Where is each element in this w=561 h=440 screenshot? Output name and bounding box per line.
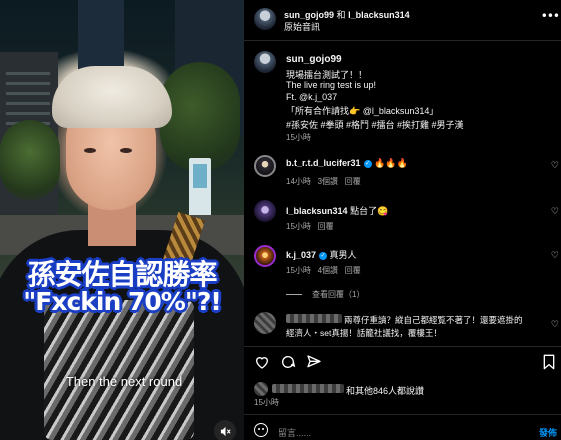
blurred-avatar [254, 312, 276, 334]
comment-meta: 15小時 回覆 [286, 221, 334, 232]
post-time: 15小時 [254, 398, 279, 407]
caption-avatar[interactable] [254, 51, 276, 73]
comment-icon[interactable] [280, 354, 296, 374]
header-divider [244, 40, 561, 41]
liker-avatar [254, 382, 268, 396]
comment-body: l_blacksun314 點台了😋 [286, 204, 388, 217]
coauthor-username[interactable]: l_blacksun314 [348, 10, 410, 20]
verified-icon: ✓ [363, 159, 372, 168]
caption-line: Ft. @k.j_037 [286, 92, 338, 102]
reply-button[interactable]: 回覆 [345, 177, 361, 186]
comment-text: 兩尊仔重讀？縱自己都經覧不著了！還要遮掛的 [344, 315, 523, 325]
comment-input[interactable]: 留言...... [278, 426, 311, 439]
speaker-muted-icon[interactable] [214, 420, 236, 440]
person-eye [120, 148, 132, 153]
caption-text: 」 [429, 106, 439, 116]
comment-meta: 14小時 3個讚 回覆 [286, 176, 361, 187]
background-tree [160, 62, 240, 172]
caption-line: 「所有合作請找👉 @l_blacksun314」 [286, 104, 438, 117]
comment-like-heart-icon[interactable]: ♡ [551, 320, 559, 330]
post-comment-button[interactable]: 發佈 [539, 426, 557, 439]
caption-username[interactable]: sun_gojo99 [286, 54, 342, 65]
emoji-icon[interactable] [254, 423, 268, 437]
caption-time: 15小時 [286, 133, 311, 142]
comment-body: b.t_r.t.d_lucifer31 ✓ 🔥🔥🔥 [286, 158, 408, 169]
comment-username[interactable]: b.t_r.t.d_lucifer31 [286, 158, 361, 168]
video-caption-english: "Fxckin 70%"?! [23, 287, 222, 316]
caption-line: The live ring test is up! [286, 80, 377, 90]
person-hair [52, 66, 172, 128]
background-kiosk [189, 158, 211, 220]
comment-text: 🔥🔥🔥 [374, 158, 408, 168]
more-horizontal-icon[interactable]: ••• [541, 9, 560, 23]
comment-time: 15小時 [286, 266, 311, 275]
video-player[interactable]: 孫安佐自認勝率 "Fxckin 70%"?! Then the next rou… [0, 0, 244, 440]
comment-username[interactable]: l_blacksun314 [286, 206, 348, 216]
pointing-emoji: 👉 [349, 106, 363, 116]
blurred-liker-name [272, 384, 344, 393]
verified-icon: ✓ [319, 251, 328, 260]
audio-label[interactable]: 原始音訊 [284, 20, 320, 33]
commenter-avatar[interactable] [254, 245, 276, 267]
background-tree [0, 120, 60, 200]
comment-box-divider [244, 414, 561, 415]
comment-like-heart-icon[interactable]: ♡ [551, 207, 559, 217]
view-replies-link[interactable]: 查看回覆（1） [286, 289, 364, 300]
author-avatar[interactable] [254, 8, 276, 30]
comment-body: k.j_037 ✓ 真男人 [286, 248, 357, 261]
comment-meta: 15小時 4個讚 回覆 [286, 265, 361, 276]
author-username[interactable]: sun_gojo99 [284, 10, 334, 20]
caption-text: 「所有合作請找 [286, 106, 350, 116]
likes-count[interactable]: 和其他846人都說讚 [346, 384, 424, 397]
comment-text: 經濟人・set真揚！話籠社議找，覆樓王！ [286, 328, 442, 338]
video-subtitle: Then the next round [65, 374, 183, 389]
reply-button[interactable]: 回覆 [318, 222, 334, 231]
person-eye [84, 148, 96, 153]
send-icon[interactable] [306, 354, 322, 374]
shirt-graphic [44, 300, 194, 440]
commenter-avatar[interactable] [254, 155, 276, 177]
comment-like-heart-icon[interactable]: ♡ [551, 161, 559, 171]
post-panel: sun_gojo99 和 l_blacksun314 原始音訊 ••• sun_… [244, 0, 561, 440]
reply-button[interactable]: 回覆 [345, 266, 361, 275]
authors-conjunction: 和 [336, 10, 346, 20]
commenter-avatar[interactable] [254, 200, 276, 222]
comment-text: 真男人 [329, 250, 357, 260]
actions-divider [244, 346, 561, 347]
heart-icon[interactable] [254, 354, 270, 374]
comment-username[interactable]: k.j_037 [286, 250, 316, 260]
view-replies-label[interactable]: 查看回覆（1） [312, 290, 364, 299]
comment-likes[interactable]: 4個讚 [318, 266, 338, 275]
caption-mention[interactable]: @l_blacksun314 [363, 106, 430, 116]
comment-like-heart-icon[interactable]: ♡ [551, 251, 559, 261]
caption-hashtags[interactable]: #孫安佐 #拳頭 #格鬥 #擂台 #挨打雞 #男子漢 [286, 118, 464, 131]
comment-likes[interactable]: 3個讚 [318, 177, 338, 186]
blurred-username [286, 314, 342, 323]
comment-time: 15小時 [286, 222, 311, 231]
comment-text: 點台了😋 [350, 206, 389, 216]
comment-time: 14小時 [286, 177, 311, 186]
bookmark-icon[interactable] [542, 354, 556, 374]
